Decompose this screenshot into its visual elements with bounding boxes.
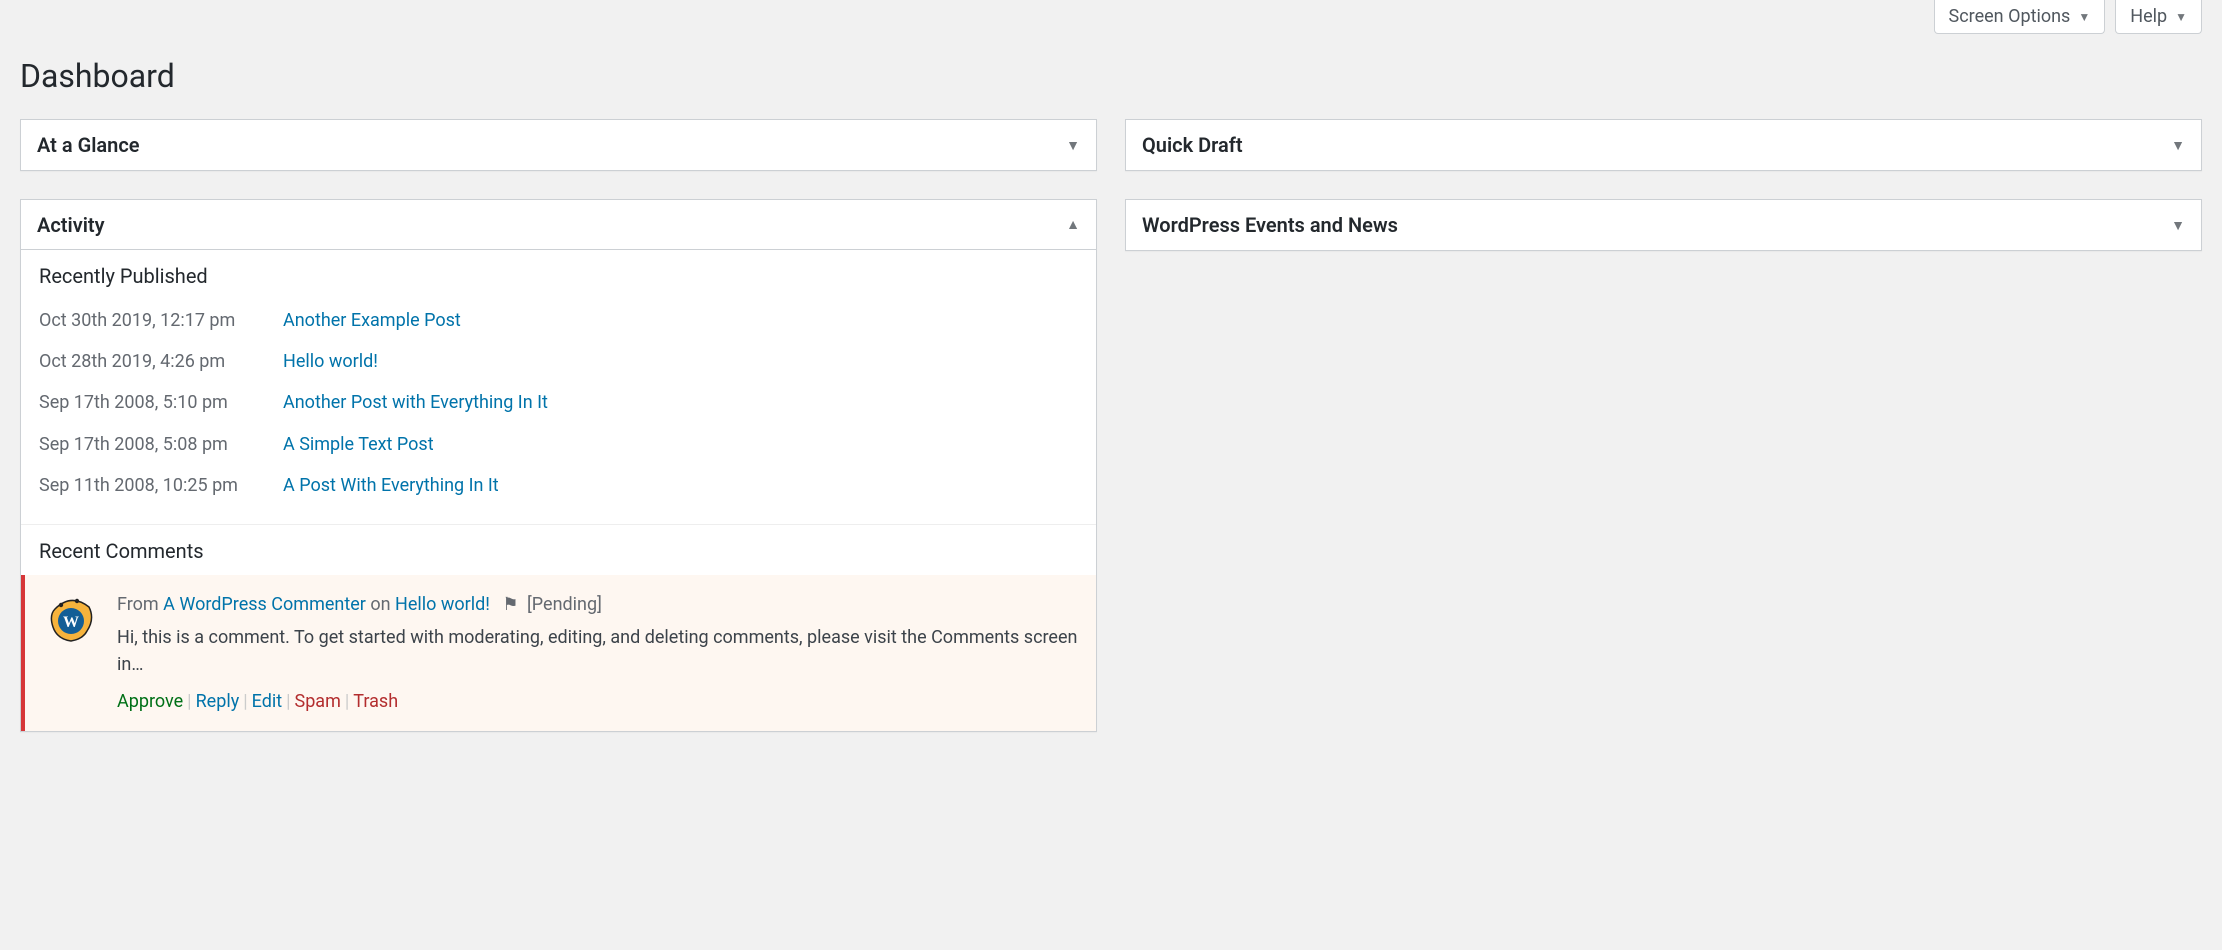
widget-events-news: WordPress Events and News ▼ [1125,199,2202,251]
widget-at-a-glance-title: At a Glance [37,133,140,157]
from-label: From [117,594,163,615]
widget-quick-draft: Quick Draft ▼ [1125,119,2202,171]
post-link[interactable]: Another Example Post [283,308,461,333]
comment-meta: From A WordPress Commenter on Hello worl… [117,591,1078,618]
widget-events-news-title: WordPress Events and News [1142,213,1398,237]
screen-options-label: Screen Options [1949,6,2071,27]
widget-events-news-header[interactable]: WordPress Events and News ▼ [1126,200,2201,250]
help-tab[interactable]: Help ▼ [2115,0,2202,34]
post-link[interactable]: A Simple Text Post [283,432,434,457]
chevron-down-icon: ▼ [2175,10,2187,24]
pending-label: [Pending] [527,594,602,615]
widget-at-a-glance-header[interactable]: At a Glance ▼ [21,120,1096,170]
recently-published-heading: Recently Published [21,250,1096,300]
comment-author-link[interactable]: A WordPress Commenter [163,594,366,615]
comment-actions: Approve|Reply|Edit|Spam|Trash [117,688,1078,715]
chevron-up-icon: ▲ [1066,216,1080,233]
post-date: Sep 17th 2008, 5:08 pm [39,432,269,457]
reply-link[interactable]: Reply [196,691,240,712]
post-link[interactable]: Another Post with Everything In It [283,390,548,415]
flag-icon: ⚑ [502,594,518,615]
list-item: Sep 17th 2008, 5:10 pm Another Post with… [39,382,1078,423]
on-label: on [366,594,395,615]
avatar: W [43,591,99,647]
column-left: At a Glance ▼ Activity ▲ Recently Publis… [20,119,1097,732]
list-item: Oct 28th 2019, 4:26 pm Hello world! [39,341,1078,382]
list-item: Sep 11th 2008, 10:25 pm A Post With Ever… [39,465,1078,506]
comment-body: From A WordPress Commenter on Hello worl… [117,591,1078,715]
trash-link[interactable]: Trash [353,691,398,712]
screen-options-tab[interactable]: Screen Options ▼ [1934,0,2106,34]
widget-activity-title: Activity [37,213,105,237]
list-item: Oct 30th 2019, 12:17 pm Another Example … [39,300,1078,341]
widget-at-a-glance: At a Glance ▼ [20,119,1097,171]
approve-link[interactable]: Approve [117,691,183,712]
post-date: Oct 30th 2019, 12:17 pm [39,308,269,333]
chevron-down-icon: ▼ [2171,137,2185,154]
post-date: Sep 11th 2008, 10:25 pm [39,473,269,498]
chevron-down-icon: ▼ [2171,217,2185,234]
comment-text: Hi, this is a comment. To get started wi… [117,624,1078,678]
svg-text:W: W [63,614,79,631]
list-item: Sep 17th 2008, 5:08 pm A Simple Text Pos… [39,424,1078,465]
page-title: Dashboard [20,48,2202,99]
post-link[interactable]: Hello world! [283,349,378,374]
comment-pending: W From A WordPress Commenter on Hello wo… [21,575,1096,731]
widget-quick-draft-title: Quick Draft [1142,133,1243,157]
widget-activity: Activity ▲ Recently Published Oct 30th 2… [20,199,1097,732]
chevron-down-icon: ▼ [1066,137,1080,154]
dashboard-columns: At a Glance ▼ Activity ▲ Recently Publis… [20,119,2202,732]
post-date: Oct 28th 2019, 4:26 pm [39,349,269,374]
chevron-down-icon: ▼ [2078,10,2090,24]
post-date: Sep 17th 2008, 5:10 pm [39,390,269,415]
widget-activity-body: Recently Published Oct 30th 2019, 12:17 … [21,250,1096,731]
post-link[interactable]: A Post With Everything In It [283,473,499,498]
column-right: Quick Draft ▼ WordPress Events and News … [1125,119,2202,732]
spam-link[interactable]: Spam [295,691,341,712]
edit-link[interactable]: Edit [252,691,282,712]
comment-post-link[interactable]: Hello world! [395,594,490,615]
top-tabs: Screen Options ▼ Help ▼ [0,0,2222,34]
recent-comments-heading: Recent Comments [21,525,1096,575]
help-label: Help [2130,6,2167,27]
widget-activity-header[interactable]: Activity ▲ [21,200,1096,250]
recently-published-list: Oct 30th 2019, 12:17 pm Another Example … [21,300,1096,524]
widget-quick-draft-header[interactable]: Quick Draft ▼ [1126,120,2201,170]
